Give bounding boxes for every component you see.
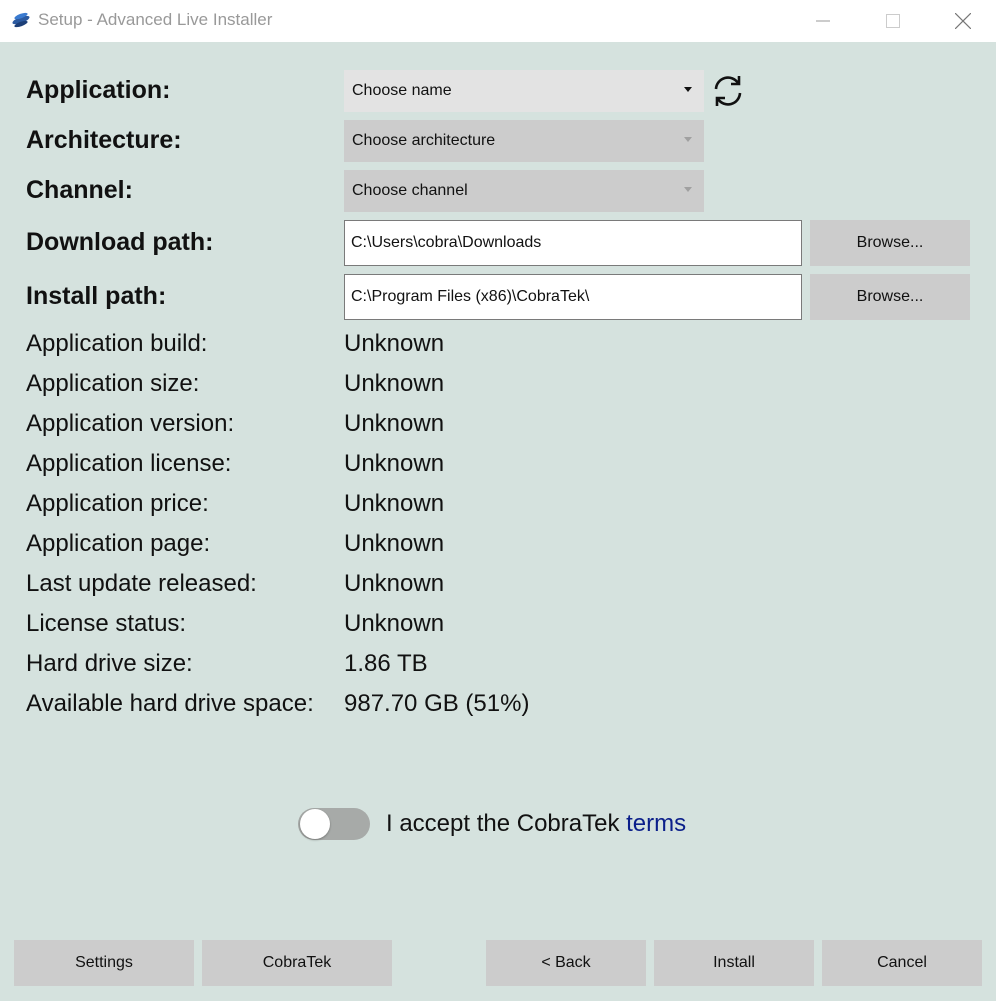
chevron-down-icon — [684, 187, 692, 192]
accept-terms-text: I accept the CobraTek — [386, 810, 627, 837]
download-path-input[interactable] — [344, 220, 802, 266]
application-dropdown-value: Choose name — [352, 82, 452, 99]
last-update-value: Unknown — [344, 570, 445, 597]
terms-link[interactable]: terms — [626, 810, 686, 837]
install-path-input[interactable] — [344, 274, 802, 320]
application-page-label: Application page: — [26, 530, 211, 557]
application-price-label: Application price: — [26, 490, 209, 517]
application-page-value: Unknown — [344, 530, 445, 557]
architecture-dropdown-value: Choose architecture — [352, 132, 496, 149]
install-button[interactable]: Install — [654, 940, 814, 986]
settings-button[interactable]: Settings — [14, 940, 194, 986]
architecture-label: Architecture: — [26, 126, 182, 154]
minimize-icon — [816, 20, 830, 22]
architecture-dropdown[interactable]: Choose architecture — [344, 120, 704, 162]
toggle-knob — [300, 809, 330, 839]
download-browse-button[interactable]: Browse... — [810, 220, 970, 266]
cobratek-button[interactable]: CobraTek — [202, 940, 392, 986]
application-label: Application: — [26, 76, 171, 104]
available-space-label: Available hard drive space: — [26, 690, 314, 717]
application-version-label: Application version: — [26, 410, 235, 437]
install-browse-button[interactable]: Browse... — [810, 274, 970, 320]
chevron-down-icon — [684, 87, 692, 92]
hard-drive-size-value: 1.86 TB — [344, 650, 428, 677]
cancel-button[interactable]: Cancel — [822, 940, 982, 986]
app-logo-icon — [12, 12, 30, 28]
maximize-button[interactable] — [870, 0, 916, 42]
application-license-value: Unknown — [344, 450, 445, 477]
application-dropdown[interactable]: Choose name — [344, 70, 704, 112]
hard-drive-size-label: Hard drive size: — [26, 650, 193, 677]
license-status-label: License status: — [26, 610, 187, 637]
maximize-icon — [886, 14, 900, 28]
application-price-value: Unknown — [344, 490, 445, 517]
channel-label: Channel: — [26, 176, 133, 204]
chevron-down-icon — [684, 137, 692, 142]
title-bar: Setup - Advanced Live Installer — [0, 0, 996, 42]
close-button[interactable] — [940, 0, 986, 42]
window-title: Setup - Advanced Live Installer — [38, 10, 273, 29]
channel-dropdown-value: Choose channel — [352, 182, 468, 199]
accept-terms-toggle[interactable] — [298, 808, 370, 840]
application-build-label: Application build: — [26, 330, 208, 357]
application-size-value: Unknown — [344, 370, 445, 397]
channel-dropdown[interactable]: Choose channel — [344, 170, 704, 212]
accept-terms-label: I accept the CobraTek terms — [386, 810, 686, 838]
refresh-icon[interactable] — [710, 73, 746, 109]
back-button[interactable]: < Back — [486, 940, 646, 986]
application-build-value: Unknown — [344, 330, 445, 357]
application-license-label: Application license: — [26, 450, 232, 477]
application-version-value: Unknown — [344, 410, 445, 437]
download-path-label: Download path: — [26, 228, 214, 256]
install-path-label: Install path: — [26, 282, 167, 310]
available-space-value: 987.70 GB (51%) — [344, 690, 530, 717]
minimize-button[interactable] — [800, 0, 846, 42]
license-status-value: Unknown — [344, 610, 445, 637]
last-update-label: Last update released: — [26, 570, 257, 597]
close-icon — [955, 13, 971, 29]
application-size-label: Application size: — [26, 370, 200, 397]
